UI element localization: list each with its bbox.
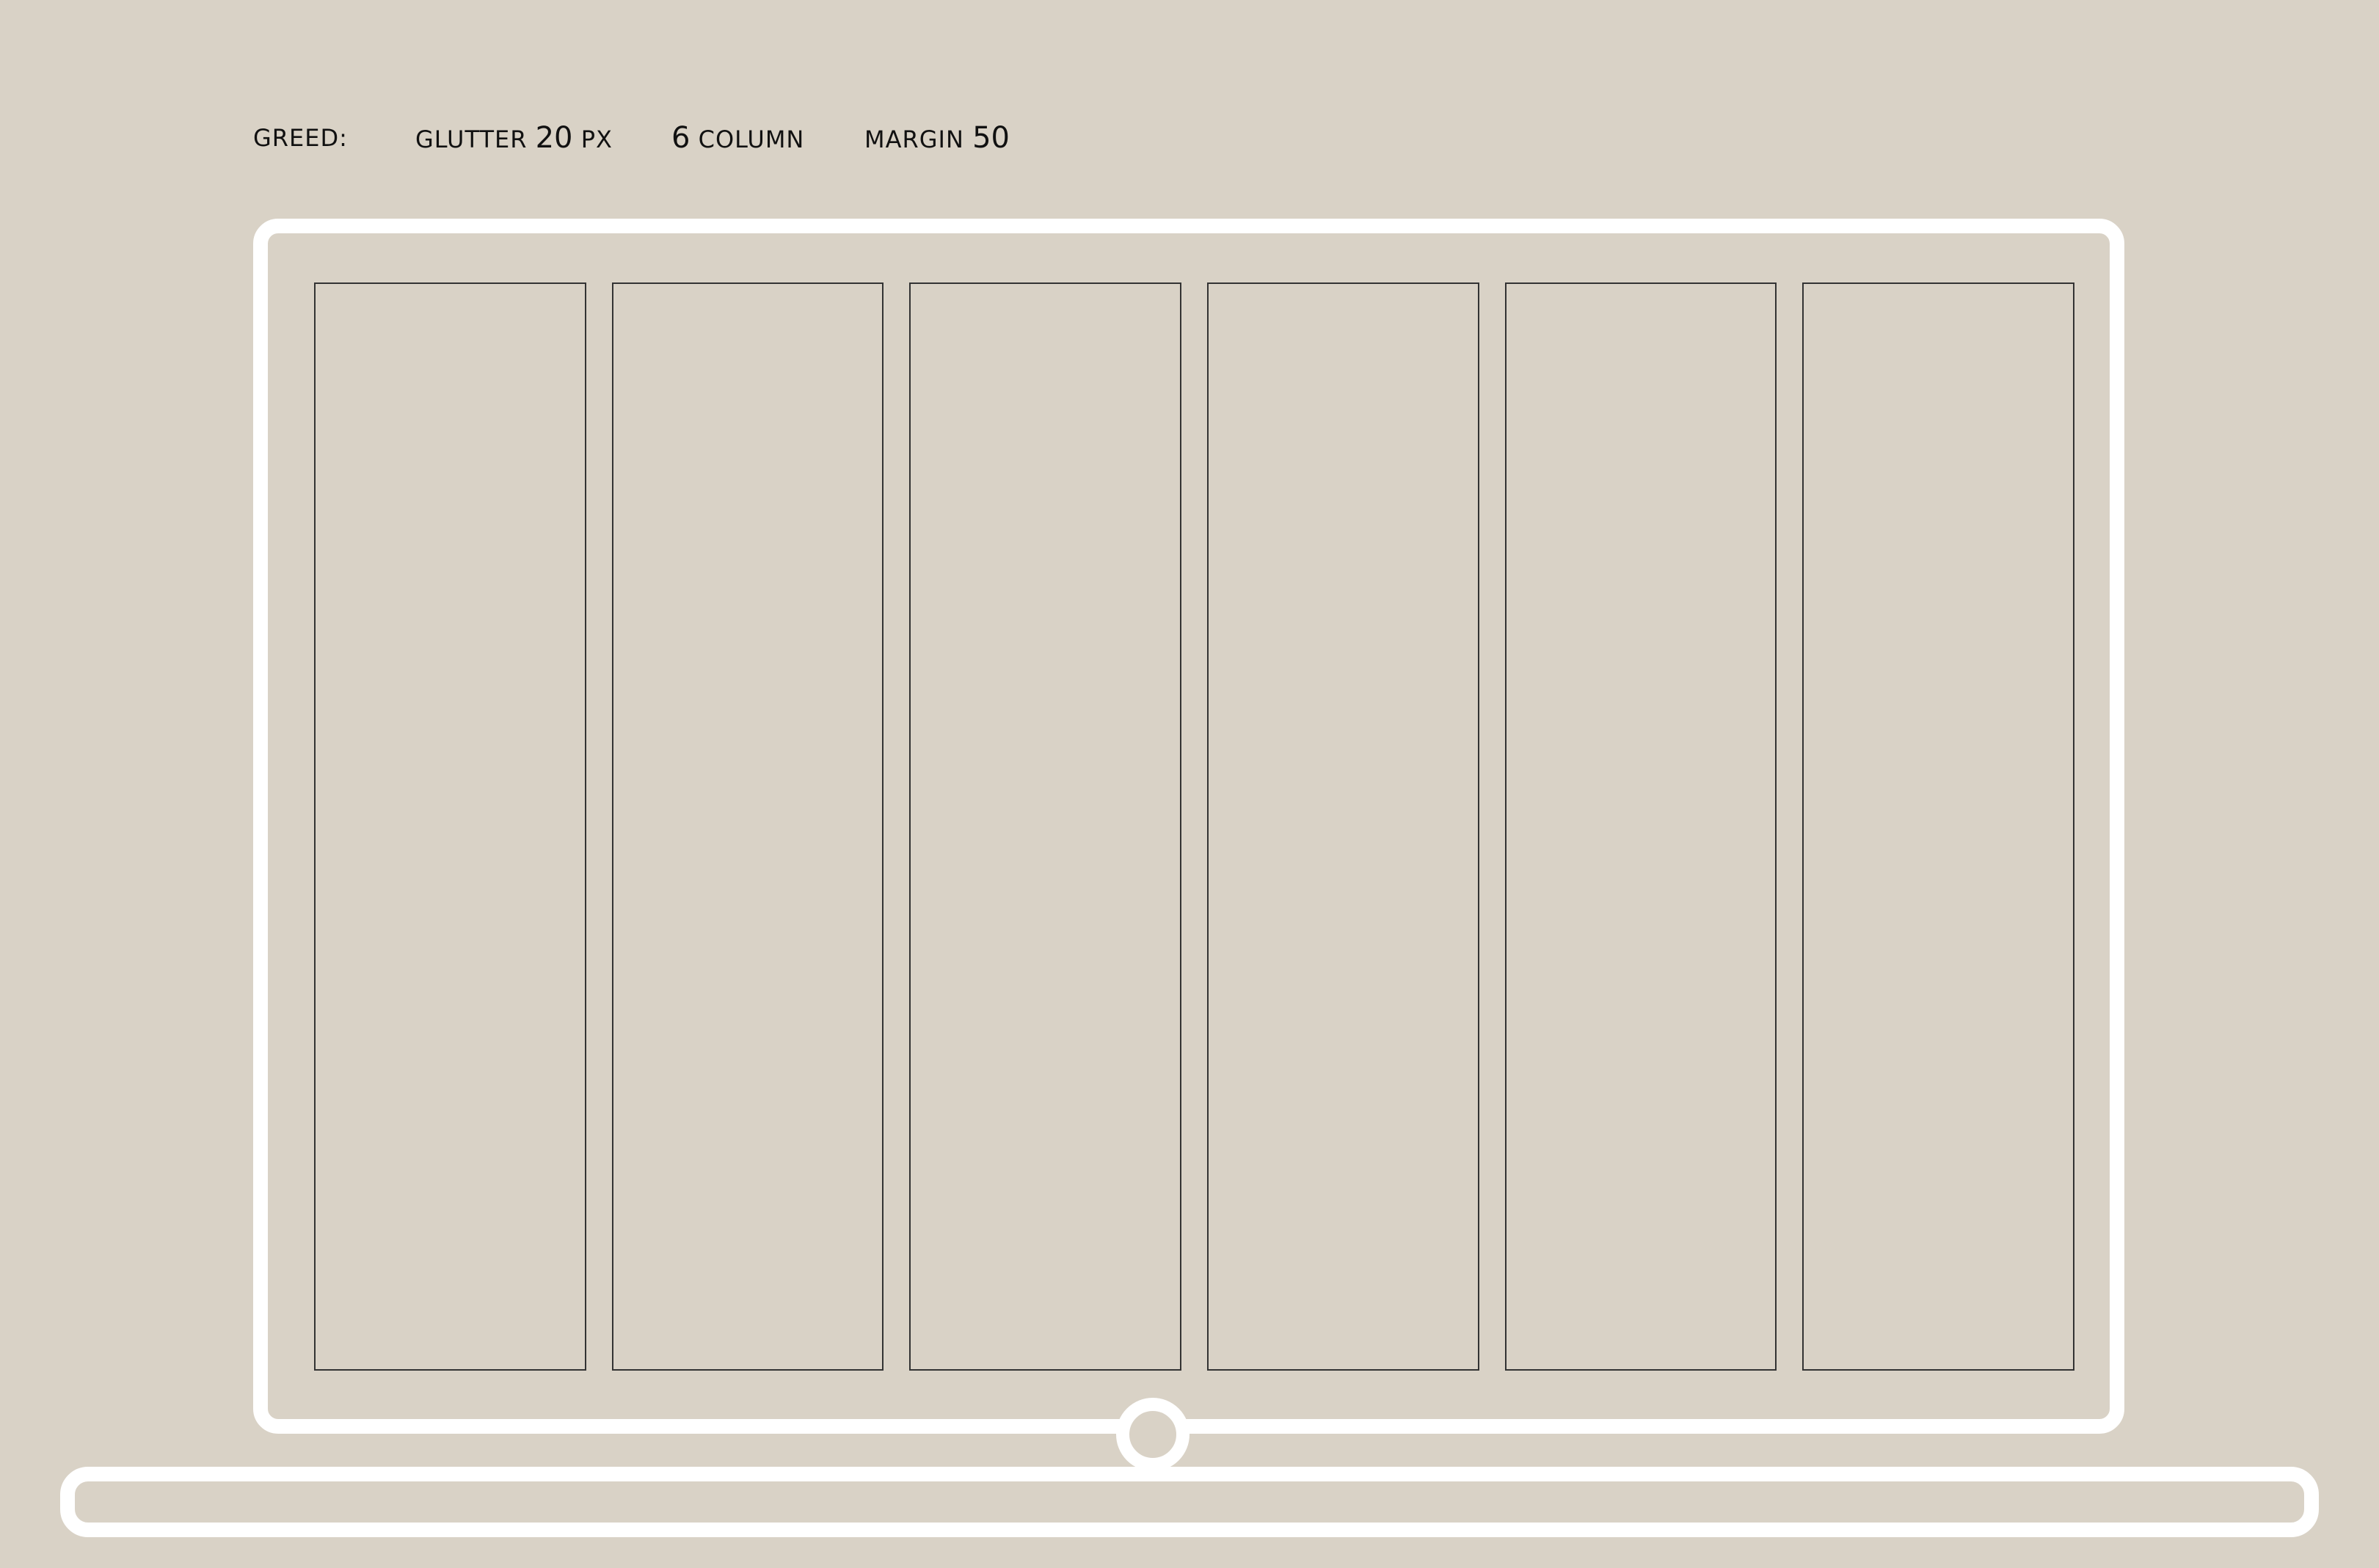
laptop-hinge-icon bbox=[1116, 1398, 1190, 1471]
gutter-label: GLUTTER bbox=[415, 125, 528, 153]
grid-column-2 bbox=[611, 282, 884, 1371]
grid-column-5 bbox=[1504, 282, 1777, 1371]
gutter-spec: GLUTTER 20 PX bbox=[415, 123, 613, 154]
grid-column-1 bbox=[314, 282, 586, 1371]
laptop-grid-diagram: GREED: GLUTTER 20 PX 6 COLUMN MARGIN 50 bbox=[0, 0, 2379, 1568]
margin-value: 50 bbox=[972, 121, 1010, 155]
column-spec: 6 COLUMN bbox=[671, 123, 804, 154]
grid-column-4 bbox=[1206, 282, 1479, 1371]
margin-spec: MARGIN 50 bbox=[864, 123, 1010, 154]
column-count: 6 bbox=[671, 121, 691, 155]
column-grid bbox=[314, 282, 2074, 1371]
laptop-base bbox=[60, 1467, 2319, 1537]
column-label: COLUMN bbox=[698, 125, 805, 153]
greed-label: GREED: bbox=[253, 124, 348, 152]
grid-label: GREED: bbox=[253, 123, 348, 153]
margin-label: MARGIN bbox=[864, 125, 964, 153]
grid-column-3 bbox=[909, 282, 1181, 1371]
gutter-unit: PX bbox=[580, 125, 613, 153]
gutter-value: 20 bbox=[535, 121, 573, 155]
grid-column-6 bbox=[1802, 282, 2074, 1371]
